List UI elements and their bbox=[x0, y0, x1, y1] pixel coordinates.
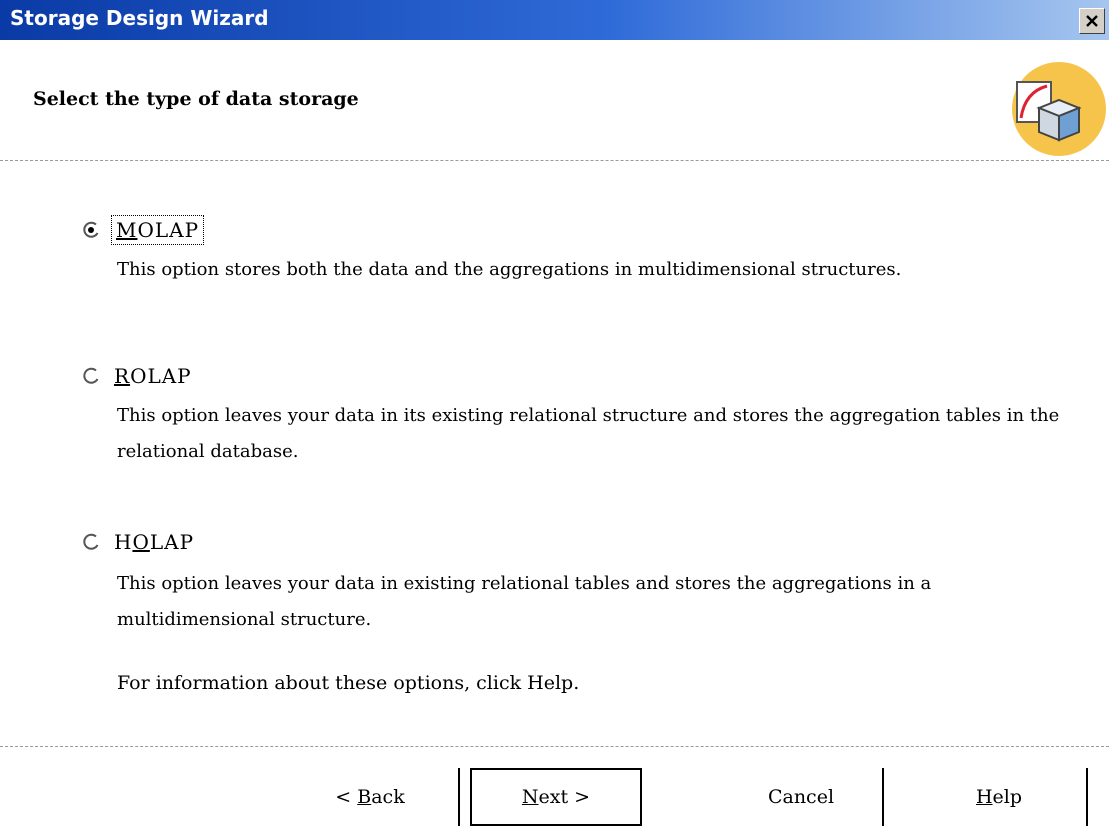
radio-rolap[interactable] bbox=[82, 367, 100, 385]
option-holap[interactable]: HOLAP bbox=[82, 530, 194, 554]
label-text: OLAP bbox=[137, 218, 200, 242]
option-holap-description: This option leaves your data in existing… bbox=[117, 573, 932, 630]
header-divider bbox=[0, 160, 1109, 161]
help-button-label: Help bbox=[976, 786, 1022, 808]
button-edge bbox=[458, 768, 460, 826]
access-key: H bbox=[975, 786, 993, 808]
next-button-label: Next > bbox=[522, 786, 590, 808]
access-key: B bbox=[357, 786, 372, 808]
cancel-button[interactable]: Cancel bbox=[718, 768, 884, 826]
option-rolap[interactable]: ROLAP bbox=[82, 364, 192, 388]
label-text: LAP bbox=[149, 530, 195, 554]
page-title: Select the type of data storage bbox=[33, 88, 359, 110]
button-edge bbox=[1086, 768, 1088, 826]
access-key: R bbox=[114, 364, 131, 388]
option-rolap-label[interactable]: ROLAP bbox=[114, 364, 192, 388]
back-button[interactable]: < Back bbox=[280, 768, 460, 826]
label-prefix: H bbox=[114, 530, 133, 554]
option-molap-description: This option stores both the data and the… bbox=[117, 259, 902, 280]
label-text: OLAP bbox=[130, 364, 192, 388]
close-button[interactable] bbox=[1079, 8, 1105, 34]
back-rest: ack bbox=[371, 786, 405, 808]
cube-icon bbox=[1012, 62, 1106, 156]
info-text: For information about these options, cli… bbox=[117, 672, 580, 694]
option-molap[interactable]: MOLAP bbox=[82, 215, 205, 245]
back-button-label: < Back bbox=[335, 786, 404, 808]
back-prefix: < bbox=[335, 786, 358, 808]
radio-holap[interactable] bbox=[82, 533, 100, 551]
footer-divider bbox=[0, 746, 1109, 747]
access-key: M bbox=[116, 218, 138, 242]
button-edge bbox=[882, 768, 884, 826]
help-button[interactable]: Help bbox=[910, 768, 1088, 826]
access-key: N bbox=[521, 786, 539, 808]
window-title: Storage Design Wizard bbox=[10, 6, 269, 30]
option-rolap-description: This option leaves your data in its exis… bbox=[117, 405, 1060, 462]
option-holap-label[interactable]: HOLAP bbox=[114, 530, 194, 554]
cancel-button-label: Cancel bbox=[767, 786, 835, 808]
next-button[interactable]: Next > bbox=[470, 768, 642, 826]
help-rest: elp bbox=[992, 786, 1023, 808]
option-molap-label[interactable]: MOLAP bbox=[110, 215, 205, 245]
access-key: O bbox=[132, 530, 150, 554]
title-bar: Storage Design Wizard bbox=[0, 0, 1109, 40]
close-icon bbox=[1086, 15, 1098, 27]
radio-molap[interactable] bbox=[82, 221, 100, 239]
next-rest: ext > bbox=[538, 786, 591, 808]
